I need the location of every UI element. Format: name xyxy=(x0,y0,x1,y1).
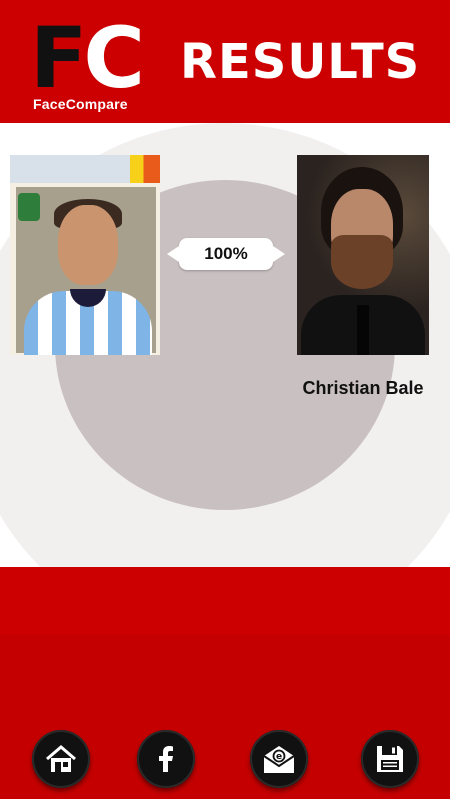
svg-text:e: e xyxy=(276,752,282,762)
facecompare-logo: FC xyxy=(30,16,145,100)
email-share-button[interactable]: e xyxy=(250,730,308,788)
facebook-share-button[interactable] xyxy=(137,730,195,788)
match-score: 100% xyxy=(167,238,285,270)
email-icon: e xyxy=(263,746,295,773)
match-photo xyxy=(297,155,429,355)
logo-subtitle: FaceCompare xyxy=(33,96,128,112)
logo-letter-f: F xyxy=(30,9,87,107)
save-icon xyxy=(377,746,403,772)
footer-band xyxy=(0,567,450,635)
app-header: FC FaceCompare RESULTS xyxy=(0,0,450,123)
page-title: RESULTS xyxy=(180,34,421,90)
match-name: Christian Bale xyxy=(302,378,424,398)
logo-letter-c: C xyxy=(83,9,145,107)
facebook-icon xyxy=(159,746,173,772)
save-button[interactable] xyxy=(361,730,419,788)
home-button[interactable] xyxy=(32,730,90,788)
user-photo xyxy=(10,155,160,355)
home-icon xyxy=(46,745,76,772)
results-panel: 100% Christian Bale xyxy=(0,123,450,567)
